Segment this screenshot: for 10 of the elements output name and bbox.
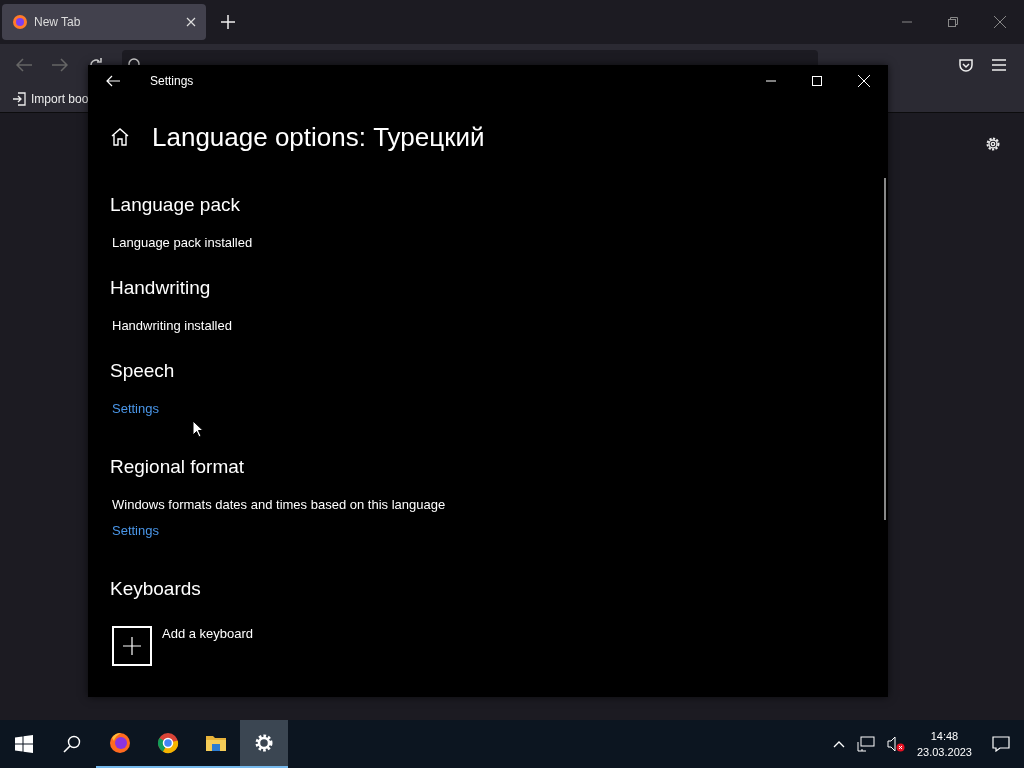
section-heading: Speech (110, 359, 176, 383)
window-title: Settings (150, 74, 194, 88)
section-heading: Handwriting (110, 276, 212, 300)
status-text: Windows formats dates and times based on this language (112, 496, 447, 514)
section-heading: Regional format (110, 455, 246, 479)
status-text: Language pack installed (112, 234, 254, 252)
section-heading: Keyboards (110, 577, 202, 601)
section-heading: Language pack (110, 193, 241, 217)
page-heading: Language options: Турецкий (152, 121, 485, 153)
status-text: Handwriting installed (112, 317, 233, 335)
